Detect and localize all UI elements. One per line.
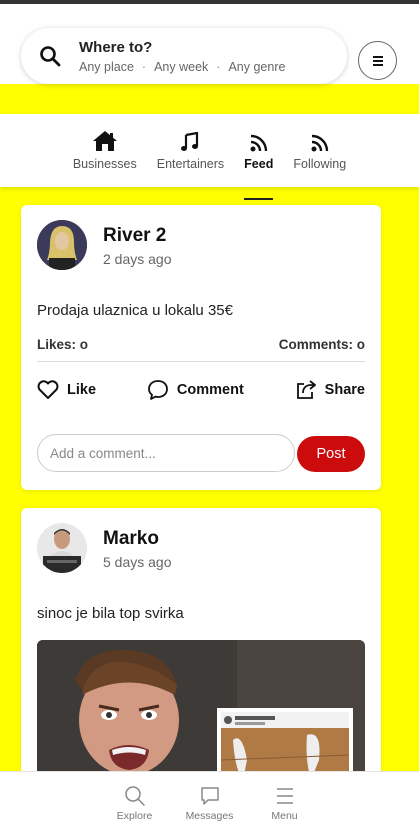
share-label: Share — [324, 382, 365, 398]
nav-explore[interactable]: Explore — [97, 772, 172, 832]
comment-bubble-icon — [148, 380, 168, 400]
search-icon — [21, 44, 79, 68]
search-icon — [124, 786, 145, 806]
category-tabs: Businesses Entertainers Feed Following — [0, 114, 419, 200]
tab-following[interactable]: Following — [293, 114, 346, 187]
rss-feed-icon — [250, 130, 268, 152]
share-icon — [296, 380, 316, 399]
tab-label: Entertainers — [156, 157, 225, 171]
hamburger-icon — [372, 55, 383, 66]
tab-entertainers[interactable]: Entertainers — [157, 114, 224, 187]
hamburger-icon — [276, 788, 293, 804]
home-icon — [92, 130, 118, 152]
post-text: Prodaja ulaznica u lokalu 35€ — [37, 302, 233, 319]
menu-button[interactable] — [358, 41, 397, 80]
nav-menu[interactable]: Menu — [247, 772, 322, 832]
search-bar[interactable]: Where to? Any place · Any week · Any gen… — [21, 28, 347, 84]
likes-count: Likes: o — [37, 337, 89, 352]
genre-filter[interactable]: Any genre — [228, 60, 285, 74]
tab-label: Feed — [244, 157, 274, 171]
post-time: 5 days ago — [103, 554, 172, 570]
comments-count: Comments: o — [278, 337, 365, 352]
place-filter[interactable]: Any place — [79, 60, 134, 74]
tab-label: Businesses — [72, 157, 137, 171]
search-title: Where to? — [79, 38, 153, 56]
avatar[interactable] — [37, 220, 87, 270]
post-text: sinoc je bila top svirka — [37, 605, 184, 622]
post-image[interactable] — [37, 640, 365, 788]
music-note-icon — [181, 130, 199, 152]
like-button[interactable]: Like — [37, 380, 96, 400]
like-label: Like — [67, 382, 97, 398]
nav-label: Messages — [185, 810, 234, 822]
chat-bubble-icon — [200, 787, 219, 805]
post-card: River 2 2 days ago Prodaja ulaznica u lo… — [21, 205, 381, 490]
tab-businesses[interactable]: Businesses — [73, 114, 137, 187]
comment-input[interactable] — [37, 434, 295, 472]
post-card: Marko 5 days ago sinoc je bila top svirk… — [21, 508, 381, 788]
divider — [37, 361, 365, 362]
tab-label: Following — [293, 157, 347, 171]
post-time: 2 days ago — [103, 251, 172, 267]
nav-messages[interactable]: Messages — [172, 772, 247, 832]
separator-dot: · — [141, 59, 147, 74]
nav-label: Explore — [116, 810, 153, 822]
tab-feed[interactable]: Feed — [244, 114, 274, 200]
post-author[interactable]: Marko — [103, 528, 159, 550]
nav-label: Menu — [271, 810, 298, 822]
separator-dot: · — [216, 59, 221, 74]
bottom-nav: Explore Messages Menu — [0, 771, 419, 832]
post-comment-button[interactable]: Post — [297, 436, 365, 472]
avatar[interactable] — [37, 523, 87, 573]
header: Where to? Any place · Any week · Any gen… — [0, 4, 419, 84]
rss-feed-icon — [311, 130, 329, 152]
week-filter[interactable]: Any week — [154, 60, 208, 74]
comment-label: Comment — [176, 382, 244, 398]
share-button[interactable]: Share — [295, 379, 365, 401]
heart-icon — [37, 380, 59, 399]
post-author[interactable]: River 2 — [103, 225, 166, 247]
comment-button[interactable]: Comment — [147, 379, 244, 401]
